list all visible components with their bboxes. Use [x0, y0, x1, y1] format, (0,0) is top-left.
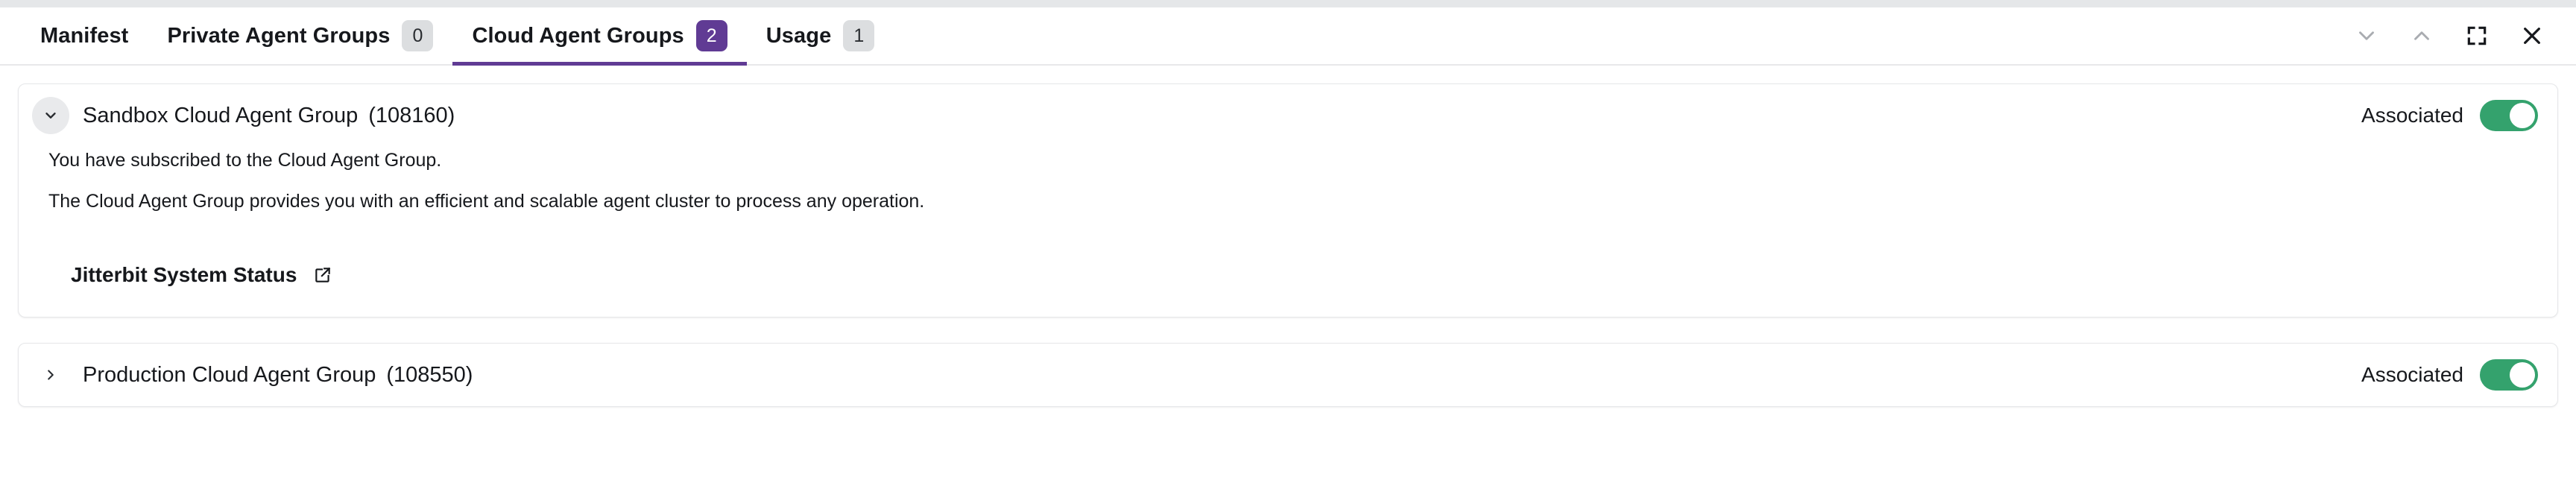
tab-cloud-agent-groups[interactable]: Cloud Agent Groups 2	[452, 7, 748, 66]
tab-label: Cloud Agent Groups	[472, 23, 684, 48]
close-icon[interactable]	[2504, 8, 2560, 63]
agent-group-card-header[interactable]: Sandbox Cloud Agent Group (108160) Assoc…	[19, 84, 2557, 147]
agent-group-description-text: The Cloud Agent Group provides you with …	[48, 191, 925, 212]
tab-label: Usage	[765, 23, 832, 48]
tab-list: Manifest Private Agent Groups 0 Cloud Ag…	[21, 7, 894, 66]
toggle-knob	[2510, 103, 2535, 128]
chevron-right-icon[interactable]	[32, 356, 69, 394]
window-top-strip	[0, 0, 2576, 7]
tab-label: Private Agent Groups	[167, 23, 391, 48]
tab-badge-count: 0	[402, 20, 434, 51]
chevron-up-icon[interactable]	[2394, 8, 2449, 63]
association-control: Associated	[2361, 100, 2538, 131]
agent-group-id: (108550)	[386, 362, 473, 387]
subscription-status-text: You have subscribed to the Cloud Agent G…	[48, 150, 442, 171]
tab-label: Manifest	[40, 23, 129, 48]
jitterbit-system-status-link[interactable]: Jitterbit System Status	[71, 263, 332, 287]
association-toggle[interactable]	[2480, 359, 2538, 391]
chevron-down-icon[interactable]	[2339, 8, 2394, 63]
tab-manifest[interactable]: Manifest	[21, 7, 148, 64]
agent-group-id: (108160)	[368, 103, 455, 127]
tab-private-agent-groups[interactable]: Private Agent Groups 0	[148, 7, 452, 64]
fullscreen-icon[interactable]	[2449, 8, 2504, 63]
toggle-knob	[2510, 362, 2535, 388]
association-label: Associated	[2361, 363, 2463, 386]
agent-group-card: Sandbox Cloud Agent Group (108160) Assoc…	[18, 83, 2558, 318]
cloud-agent-groups-panel: Manifest Private Agent Groups 0 Cloud Ag…	[0, 0, 2576, 477]
system-status-label: Jitterbit System Status	[71, 263, 297, 286]
association-label: Associated	[2361, 104, 2463, 127]
tab-usage[interactable]: Usage 1	[747, 7, 894, 64]
association-toggle[interactable]	[2480, 100, 2538, 131]
tab-badge-count: 1	[843, 20, 875, 51]
chevron-down-icon[interactable]	[32, 97, 69, 134]
tab-badge-count: 2	[695, 20, 727, 51]
tab-bar: Manifest Private Agent Groups 0 Cloud Ag…	[0, 7, 2576, 66]
cloud-agent-groups-list: Sandbox Cloud Agent Group (108160) Assoc…	[0, 67, 2576, 477]
external-link-icon	[313, 265, 332, 285]
window-controls	[2339, 7, 2576, 64]
agent-group-title: Sandbox Cloud Agent Group	[83, 103, 359, 127]
agent-group-title: Production Cloud Agent Group	[83, 362, 376, 387]
association-control: Associated	[2361, 359, 2538, 391]
agent-group-card: Production Cloud Agent Group (108550) As…	[18, 343, 2558, 407]
agent-group-card-header[interactable]: Production Cloud Agent Group (108550) As…	[19, 344, 2557, 406]
agent-group-card-body: You have subscribed to the Cloud Agent G…	[19, 147, 2557, 317]
